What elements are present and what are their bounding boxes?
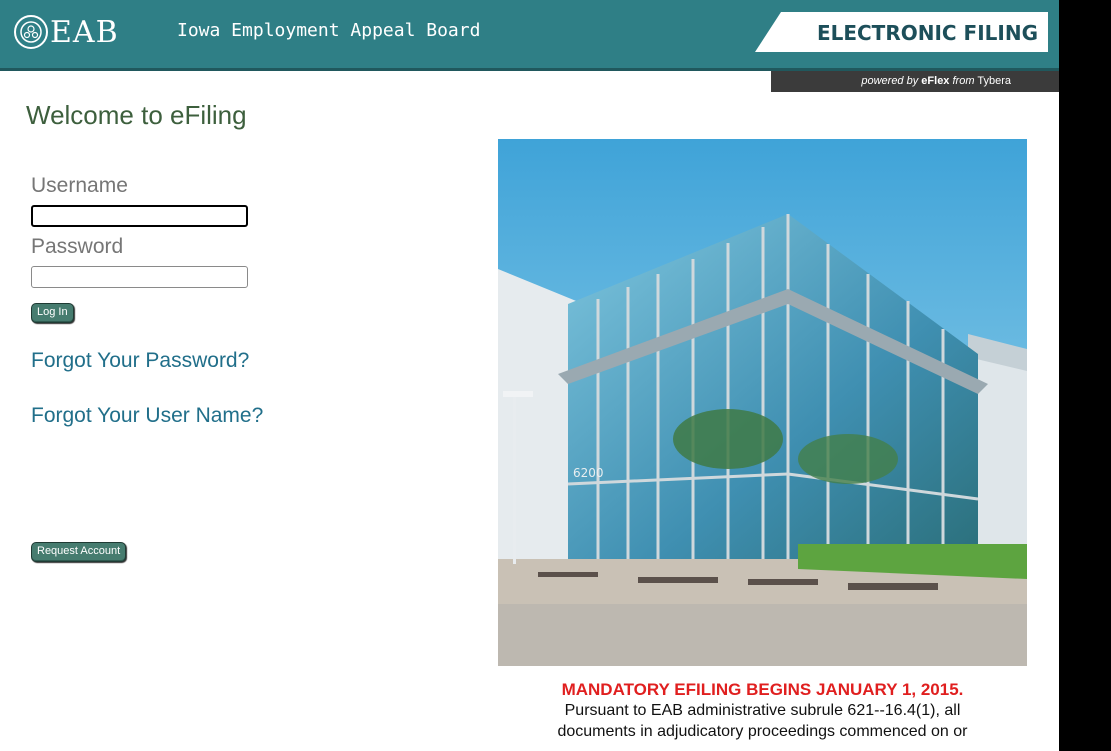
logo-text: EAB [50, 14, 119, 50]
notice-line-1: Pursuant to EAB administrative subrule 6… [564, 702, 961, 719]
notice-headline: MANDATORY EFILING BEGINS JANUARY 1, 2015… [561, 680, 964, 699]
building-number: 6200 [573, 466, 604, 480]
org-name: Iowa Employment Appeal Board [177, 20, 481, 41]
forgot-username-link[interactable]: Forgot Your User Name? [31, 404, 263, 428]
efiling-notice: MANDATORY EFILING BEGINS JANUARY 1, 2015… [498, 679, 1027, 742]
building-photo: 6200 [498, 139, 1027, 666]
right-margin [1059, 0, 1111, 751]
eab-logo[interactable]: EAB [14, 12, 119, 52]
electronic-filing-banner: ELECTRONIC FILING [755, 12, 1048, 52]
powered-prefix: powered by [861, 75, 919, 87]
powered-by-bar: powered by eFlex from Tybera [771, 71, 1059, 92]
powered-vendor: Tybera [977, 75, 1011, 87]
notice-line-2: documents in adjudicatory proceedings co… [557, 723, 968, 740]
username-input[interactable] [31, 205, 248, 227]
powered-from: from [952, 75, 975, 87]
password-input[interactable] [31, 266, 248, 288]
request-account-button[interactable]: Request Account [31, 542, 127, 562]
emblem-icon [14, 15, 48, 49]
password-label: Password [31, 235, 124, 258]
powered-product: eFlex [921, 75, 950, 87]
forgot-password-link[interactable]: Forgot Your Password? [31, 349, 249, 373]
page-title: Welcome to eFiling [26, 100, 247, 130]
username-label: Username [31, 174, 128, 197]
banner-title: ELECTRONIC FILING [816, 21, 1038, 45]
login-button[interactable]: Log In [31, 303, 74, 323]
